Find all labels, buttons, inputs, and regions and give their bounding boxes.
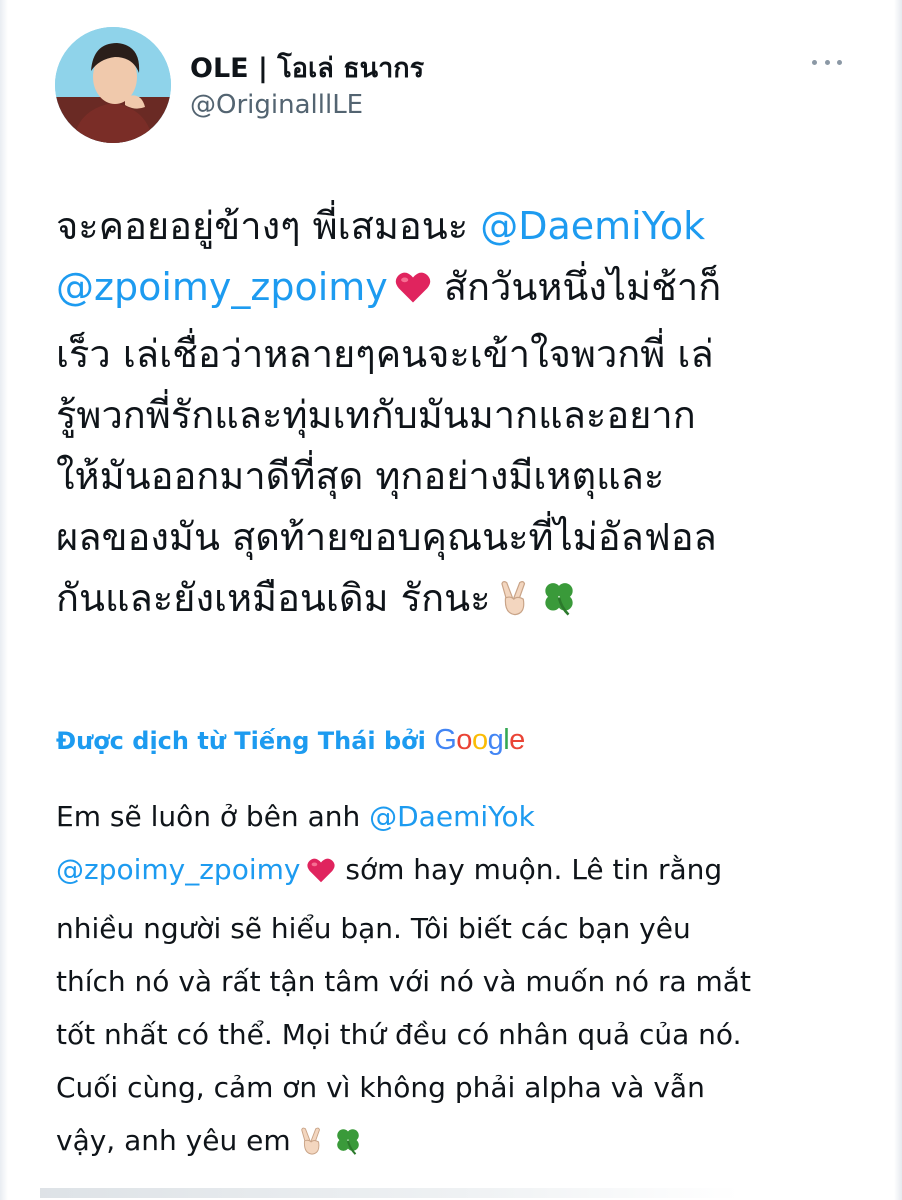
mention-link[interactable]: @DaemiYok [369, 800, 535, 833]
text-segment: sớm hay muộn. Lê tin rằng [336, 853, 723, 886]
text-line: ให้มันออกมาดีที่สุด ทุกอย่างมีเหตุและ [56, 446, 856, 507]
clover-emoji [333, 1120, 363, 1173]
google-logo-letter: o [456, 724, 472, 756]
text-segment: จะคอยอยู่ข้างๆ พี่เสมอนะ [56, 204, 481, 248]
text-segment: สักวันหนึ่งไม่ช้าก็ [431, 265, 722, 309]
left-edge-shadow [0, 0, 8, 1200]
red-heart-icon [307, 858, 336, 883]
mention-link[interactable]: @zpoimy_zpoimy [56, 853, 300, 886]
right-edge-shadow [894, 0, 902, 1200]
text-line: Cuối cùng, cảm ơn vì không phải alpha và… [56, 1061, 856, 1114]
victory-emoji [297, 1120, 327, 1173]
translated-tweet-text: Em sẽ luôn ở bên anh @DaemiYok @zpoimy_zp… [56, 790, 856, 1173]
text-segment: เร็ว เล่เชื่อว่าหลายๆคนจะเข้าใจพวกพี่ เล… [56, 332, 714, 376]
google-logo-letter: g [487, 724, 504, 756]
translation-label: Được dịch từ Tiếng Thái bởi [56, 727, 435, 755]
victory-emoji [496, 574, 534, 635]
text-segment: Cuối cùng, cảm ơn vì không phải alpha và… [56, 1071, 705, 1104]
google-logo-letter: e [509, 724, 525, 756]
victory-hand-icon [501, 581, 526, 616]
text-line: @zpoimy_zpoimy sớm hay muộn. Lê tin rằng [56, 843, 856, 902]
author-display-name[interactable]: OLE | โอเล่ ธนากร [190, 46, 424, 89]
tweet-card: OLE | โอเล่ ธนากร @OriginalllLE จะคอยอยู… [0, 0, 902, 1200]
text-line: รู้พวกพี่รักและทุ่มเทกับมันมากและอยาก [56, 385, 856, 446]
translation-attribution[interactable]: Được dịch từ Tiếng Thái bởi Google [56, 724, 525, 757]
four-leaf-clover-icon [336, 1129, 359, 1155]
heart-emoji [306, 849, 336, 902]
text-segment: ให้มันออกมาดีที่สุด ทุกอย่างมีเหตุและ [56, 454, 665, 498]
avatar[interactable] [55, 27, 171, 143]
victory-hand-icon [300, 1127, 320, 1155]
text-segment: nhiều người sẽ hiểu bạn. Tôi biết các bạ… [56, 912, 691, 945]
text-line: vậy, anh yêu em [56, 1114, 856, 1173]
text-segment: กันและยังเหมือนเดิม รักนะ [56, 576, 491, 620]
avatar-image [55, 27, 171, 143]
text-segment: ผลของมัน สุดท้ายขอบคุณนะที่ไม่อัลฟอล [56, 515, 717, 559]
text-line: tốt nhất có thể. Mọi thứ đều có nhân quả… [56, 1008, 856, 1061]
heart-emoji [394, 263, 432, 324]
text-line: @zpoimy_zpoimy สักวันหนึ่งไม่ช้าก็ [56, 257, 856, 324]
text-segment: รู้พวกพี่รักและทุ่มเทกับมันมากและอยาก [56, 393, 696, 437]
mention-link[interactable]: @DaemiYok [480, 204, 705, 248]
mention-link[interactable]: @zpoimy_zpoimy [56, 265, 388, 309]
clover-emoji [540, 574, 578, 635]
next-tweet-edge [40, 1188, 740, 1198]
text-line: nhiều người sẽ hiểu bạn. Tôi biết các bạ… [56, 902, 856, 955]
text-line: เร็ว เล่เชื่อว่าหลายๆคนจะเข้าใจพวกพี่ เล… [56, 324, 856, 385]
text-segment: Em sẽ luôn ở bên anh [56, 800, 370, 833]
text-line: Em sẽ luôn ở bên anh @DaemiYok [56, 790, 856, 843]
text-segment: vậy, anh yêu em [56, 1124, 291, 1157]
red-heart-icon [395, 272, 430, 303]
text-line: กันและยังเหมือนเดิม รักนะ [56, 568, 856, 635]
text-line: จะคอยอยู่ข้างๆ พี่เสมอนะ @DaemiYok [56, 196, 856, 257]
google-logo: Google [434, 724, 525, 756]
tweet-text: จะคอยอยู่ข้างๆ พี่เสมอนะ @DaemiYok @zpoim… [56, 196, 856, 635]
google-logo-letter: o [471, 724, 488, 756]
four-leaf-clover-icon [545, 583, 574, 616]
text-line: thích nó và rất tận tâm với nó và muốn n… [56, 955, 856, 1008]
text-segment: thích nó và rất tận tâm với nó và muốn n… [56, 965, 751, 998]
author-handle[interactable]: @OriginalllLE [190, 90, 363, 120]
text-line: ผลของมัน สุดท้ายขอบคุณนะที่ไม่อัลฟอล [56, 507, 856, 568]
text-segment: tốt nhất có thể. Mọi thứ đều có nhân quả… [56, 1018, 742, 1051]
google-logo-letter: G [434, 724, 457, 756]
more-options-icon[interactable] [812, 52, 842, 72]
